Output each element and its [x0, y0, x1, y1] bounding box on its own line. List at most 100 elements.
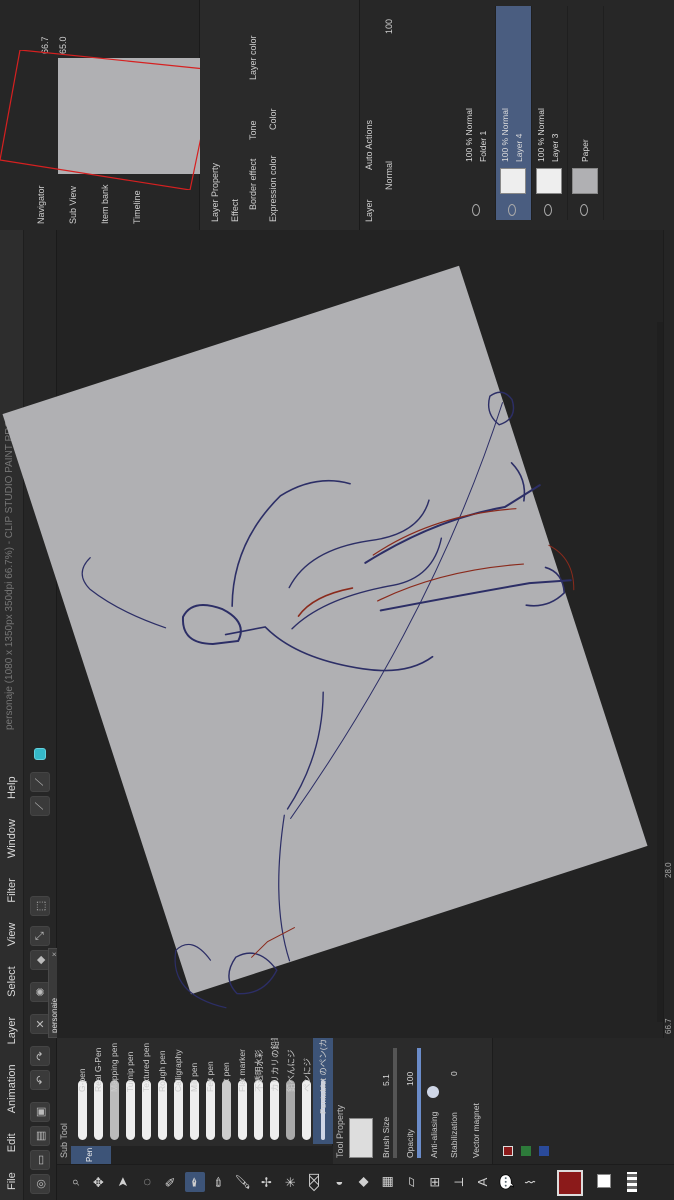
brush-name: Real G-Pen: [93, 1047, 103, 1092]
brush-name: Turnip pen: [125, 1051, 135, 1092]
fill-icon[interactable]: ◆: [30, 950, 50, 970]
layer-property-title[interactable]: Layer Property: [210, 163, 220, 222]
pen-group-label: Pen: [85, 1147, 94, 1162]
loading-icon[interactable]: ✺: [30, 982, 50, 1002]
zoom-icon[interactable]: ⌕: [65, 1172, 85, 1192]
pen-icon[interactable]: ✒: [185, 1172, 205, 1192]
brush-name: 不透明水彩: [254, 1049, 264, 1092]
menu-edit[interactable]: Edit: [6, 1123, 18, 1162]
airbrush-icon[interactable]: ✢: [257, 1172, 277, 1192]
layer-name: Folder 1: [478, 130, 488, 162]
opacity-value[interactable]: 100: [405, 1072, 415, 1086]
sub-color-swatch[interactable]: [597, 1174, 611, 1188]
selection-icon[interactable]: ⬚: [30, 896, 50, 916]
layer-opacity[interactable]: 100: [384, 19, 394, 34]
item-bank-tab[interactable]: Item bank: [100, 184, 110, 224]
layer-name: Layer 3: [550, 133, 560, 162]
layer-mode: 100 % Normal: [464, 108, 474, 162]
transform-icon[interactable]: ⤡: [30, 926, 50, 946]
pen-group-tab[interactable]: Pen: [71, 1146, 111, 1164]
layer-color-option[interactable]: Layer color: [248, 35, 258, 80]
opacity-label: Opacity: [405, 1129, 415, 1158]
redo-icon[interactable]: ↷: [30, 1046, 50, 1066]
menu-help[interactable]: Help: [6, 766, 18, 809]
layer-mode: 100 % Normal: [536, 108, 546, 162]
text-icon[interactable]: A: [473, 1172, 493, 1192]
stabilization-value[interactable]: 0: [449, 1071, 459, 1076]
correct-line-icon[interactable]: ⌇: [521, 1172, 541, 1192]
move-icon[interactable]: ✥: [89, 1172, 109, 1192]
angle-readout[interactable]: 28.0: [664, 862, 673, 878]
menu-view[interactable]: View: [6, 913, 18, 957]
fill-tool-icon[interactable]: ◆: [353, 1172, 373, 1192]
eye-icon[interactable]: [544, 204, 552, 216]
brush-preview: [349, 1118, 373, 1158]
menu-layer[interactable]: Layer: [6, 1007, 18, 1055]
color-swatch[interactable]: [34, 748, 46, 760]
operation-icon[interactable]: ➤: [113, 1172, 133, 1192]
save-icon[interactable]: ▣: [30, 1102, 50, 1122]
tone-option[interactable]: Tone: [248, 120, 258, 140]
navigator-tab[interactable]: Navigator: [36, 185, 46, 224]
expression-color-label: Expression color: [268, 155, 278, 222]
eye-icon[interactable]: [508, 204, 516, 216]
anti-alias-option[interactable]: [427, 1086, 439, 1098]
subtool-tab[interactable]: Sub Tool: [59, 1123, 69, 1158]
transparent-color-swatch[interactable]: [627, 1172, 637, 1192]
brush-size-value[interactable]: 5.1: [381, 1074, 391, 1086]
open-file-icon[interactable]: ▤: [30, 1126, 50, 1146]
menu-window[interactable]: Window: [6, 809, 18, 868]
lasso-icon[interactable]: ◌: [137, 1172, 157, 1192]
color-chip[interactable]: [503, 1146, 513, 1156]
main-color-swatch[interactable]: [557, 1170, 583, 1196]
layer-row[interactable]: Paper: [568, 6, 604, 220]
subview-tab[interactable]: Sub View: [68, 186, 78, 224]
menu-file[interactable]: File: [6, 1162, 18, 1200]
balloon-icon[interactable]: 💬: [497, 1172, 517, 1192]
eye-icon[interactable]: [580, 204, 588, 216]
decoration-icon[interactable]: ✳: [281, 1172, 301, 1192]
zoom-readout[interactable]: 66.7: [664, 1018, 673, 1034]
expression-color-value[interactable]: Color: [268, 108, 278, 130]
clear-icon[interactable]: ✕: [30, 1014, 50, 1034]
brush-name: G-pen: [77, 1068, 87, 1092]
brush-icon[interactable]: 🖌: [233, 1172, 253, 1192]
brush-name: Mili pen: [189, 1062, 199, 1092]
blend-mode-select[interactable]: Normal: [384, 161, 394, 190]
auto-actions-tab[interactable]: Auto Actions: [364, 120, 374, 170]
brush-name: カリカリの鉛筆: [270, 1032, 280, 1092]
new-file-icon[interactable]: ▭: [30, 1150, 50, 1170]
layer-row-selected[interactable]: 100 % Normal Layer 4: [496, 6, 532, 220]
brush-size-slider[interactable]: [393, 1048, 397, 1158]
gradient-icon[interactable]: ▦: [377, 1172, 397, 1192]
timeline-tab[interactable]: Timeline: [132, 190, 142, 224]
snap-ruler-icon[interactable]: ⟋: [30, 796, 50, 816]
snap-special-icon[interactable]: ⟋: [30, 772, 50, 792]
eyedropper-icon[interactable]: ✎: [161, 1172, 181, 1192]
menu-select[interactable]: Select: [6, 956, 18, 1007]
undo-icon[interactable]: ↶: [30, 1070, 50, 1090]
tool-property-tab[interactable]: Tool Property: [335, 1105, 345, 1158]
layer-row[interactable]: 100 % Normal Folder 1: [460, 6, 496, 220]
color-chip[interactable]: [539, 1146, 549, 1156]
blend-icon[interactable]: ◐: [329, 1172, 349, 1192]
subtool-group-strip: Pen: [71, 1146, 333, 1164]
opacity-slider[interactable]: [417, 1048, 421, 1158]
layer-tab[interactable]: Layer: [364, 199, 374, 222]
layer-thumbnail: [500, 168, 526, 194]
figure-icon[interactable]: ▱: [401, 1172, 421, 1192]
eye-icon[interactable]: [472, 204, 480, 216]
frame-icon[interactable]: ⊞: [425, 1172, 445, 1192]
ruler-icon[interactable]: ⟂: [449, 1172, 469, 1192]
menu-animation[interactable]: Animation: [6, 1054, 18, 1123]
pencil-icon[interactable]: ✏: [209, 1172, 229, 1192]
brush-name: Calligraphy: [173, 1049, 183, 1092]
brush-name: Textured pen: [141, 1042, 151, 1092]
clip-studio-icon[interactable]: ◎: [30, 1174, 50, 1194]
border-effect-option[interactable]: Border effect: [248, 159, 258, 210]
layer-row[interactable]: 100 % Normal Layer 3: [532, 6, 568, 220]
color-chip[interactable]: [521, 1146, 531, 1156]
eraser-icon[interactable]: ⌫: [305, 1172, 325, 1192]
menu-filter[interactable]: Filter: [6, 868, 18, 912]
brush-item-selected[interactable]: Pentablet のペン(カスタム): [313, 1011, 333, 1144]
